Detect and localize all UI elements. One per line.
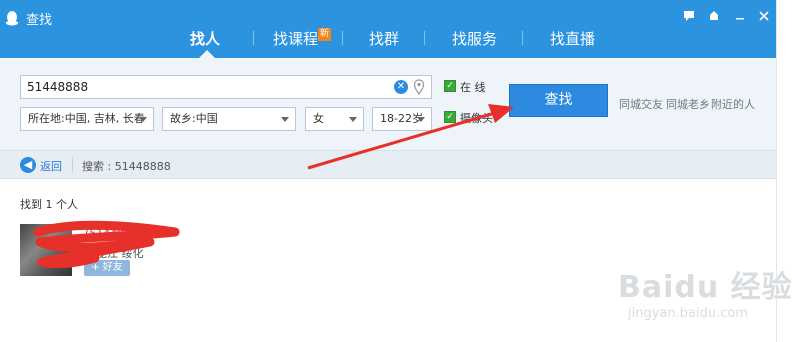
qq-penguin-icon — [6, 11, 18, 26]
active-tab-indicator — [199, 50, 215, 58]
location-select-value: 所在地:中国, 吉林, 长春 — [28, 112, 145, 125]
chevron-down-icon — [349, 117, 357, 122]
location-pin-icon[interactable] — [413, 79, 425, 95]
search-summary: 搜索 : 51448888 — [82, 160, 171, 173]
avatar[interactable] — [20, 224, 72, 276]
close-icon[interactable] — [757, 10, 771, 24]
result-location: 黑龙江 绥化 — [85, 247, 144, 260]
gender-select[interactable]: 女 — [305, 107, 364, 131]
tab-separator — [522, 31, 523, 45]
online-label: 在 线 — [460, 81, 486, 94]
tab-find-live[interactable]: 找直播 — [550, 28, 595, 49]
breadcrumb: ◀ 返回 搜索 : 51448888 — [0, 150, 776, 179]
quick-link-city-friends[interactable]: 同城交友 — [619, 96, 663, 112]
window-title: 查找 — [26, 13, 53, 28]
chevron-down-icon — [417, 117, 425, 122]
tab-separator — [253, 31, 254, 45]
hometown-select[interactable]: 故乡:中国 — [162, 107, 296, 131]
quick-link-hometown[interactable]: 同城老乡 — [666, 96, 710, 112]
tab-find-groups[interactable]: 找群 — [369, 28, 399, 49]
title-bar: 查找 找人 找课程 新 找群 找服务 找直播 — [0, 0, 776, 58]
new-badge: 新 — [318, 28, 331, 41]
online-checkbox[interactable]: ✓ — [444, 80, 456, 92]
feedback-icon[interactable] — [682, 10, 696, 24]
tab-find-courses[interactable]: 找课程 — [273, 28, 318, 49]
hometown-select-value: 故乡:中国 — [170, 112, 218, 125]
search-panel: ✕ 所在地:中国, 吉林, 长春 故乡:中国 女 18-22岁 ✓ 在 线 ✓ … — [0, 58, 776, 150]
result-count: 找到 1 个人 — [20, 198, 78, 211]
result-name[interactable]: (51448888) — [85, 227, 150, 240]
tab-find-people[interactable]: 找人 — [190, 28, 220, 49]
clear-icon[interactable]: ✕ — [394, 80, 408, 94]
skin-icon[interactable] — [707, 10, 721, 24]
minimize-icon[interactable] — [733, 10, 747, 24]
back-arrow-icon[interactable]: ◀ — [20, 157, 36, 173]
location-select[interactable]: 所在地:中国, 吉林, 长春 — [20, 107, 154, 131]
tab-find-services[interactable]: 找服务 — [452, 28, 497, 49]
age-select[interactable]: 18-22岁 — [372, 107, 432, 131]
chevron-down-icon — [281, 117, 289, 122]
tab-separator — [342, 31, 343, 45]
watermark-url: jingyan.baidu.com — [628, 306, 748, 321]
tab-separator — [424, 31, 425, 45]
camera-label: 摄像头 — [460, 112, 493, 125]
chevron-down-icon — [139, 117, 147, 122]
quick-link-nearby[interactable]: 附近的人 — [711, 96, 755, 112]
gender-select-value: 女 — [313, 112, 324, 125]
watermark-logo: Baidu 经验 — [618, 270, 793, 305]
camera-checkbox[interactable]: ✓ — [444, 111, 456, 123]
find-button[interactable]: 查找 — [509, 84, 608, 117]
search-input[interactable] — [27, 79, 387, 95]
add-friend-button[interactable]: + 好友 — [84, 260, 130, 276]
back-link[interactable]: 返回 — [40, 158, 62, 174]
search-box: ✕ — [20, 75, 432, 99]
breadcrumb-separator — [72, 157, 73, 173]
